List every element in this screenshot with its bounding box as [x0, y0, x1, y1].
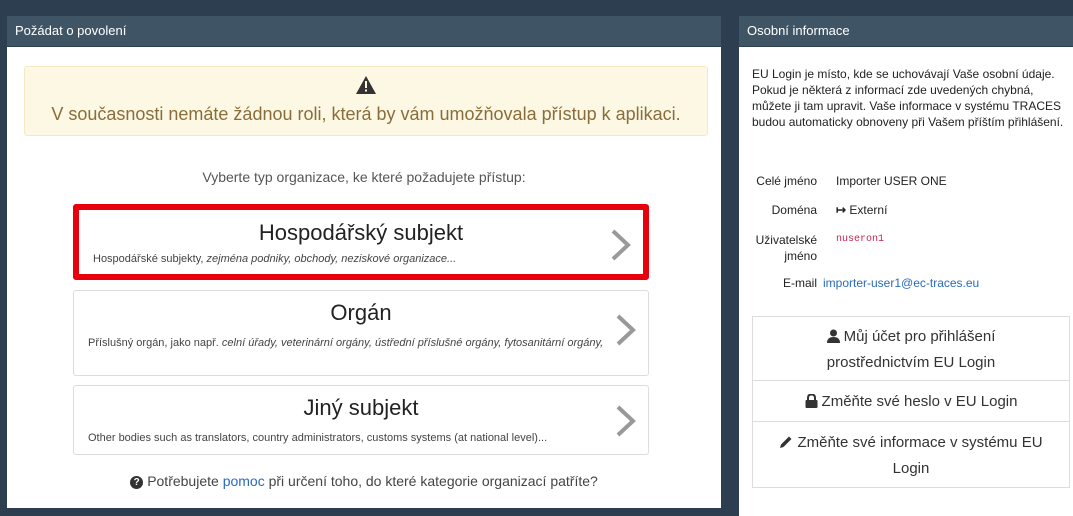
domain-value: ↦ Externí — [836, 203, 888, 217]
card-title: Jiný subjekt — [303, 395, 419, 420]
card-title: Orgán — [330, 300, 392, 325]
change-info-button[interactable]: Změňte své informace v systému EU Login — [752, 421, 1070, 488]
personal-info-panel: Osobní informace EU Login je místo, kde … — [739, 16, 1073, 516]
username-value: nuseron1 — [836, 234, 885, 245]
warning-text: V současnosti nemáte žádnou roli, která … — [51, 104, 681, 124]
request-permission-panel: Požádat o povolení V současnosti nemáte … — [7, 16, 721, 508]
username-label: Uživatelské jméno — [755, 233, 817, 263]
org-type-economic-operator[interactable]: Hospodářský subjekt Hospodářské subjekty… — [73, 204, 649, 280]
change-password-button[interactable]: Změňte své heslo v EU Login — [752, 380, 1070, 422]
chevron-right-icon — [614, 404, 638, 438]
card-description: Hospodářské subjekty, zejména podniky, o… — [93, 253, 457, 265]
full-name-value: Importer USER ONE — [836, 174, 947, 188]
user-icon — [826, 327, 840, 351]
warning-icon — [356, 76, 376, 94]
help-text: ? Potřebujete pomoc při určení toho, do k… — [7, 473, 721, 489]
chevron-right-icon — [614, 313, 638, 347]
my-eu-login-account-button[interactable]: Můj účet pro přihlášení prostřednictvím E… — [752, 316, 1070, 381]
choose-org-prompt: Vyberte typ organizace, ke které požaduj… — [202, 169, 526, 185]
email-label: E-mail — [782, 276, 817, 290]
help-link[interactable]: pomoc — [223, 473, 265, 489]
sign-out-icon: ↦ — [836, 203, 847, 217]
lock-icon — [805, 392, 818, 416]
full-name-label: Celé jméno — [756, 174, 817, 188]
card-description: Příslušný orgán, jako např. celní úřady,… — [88, 337, 604, 349]
chevron-right-icon — [609, 228, 633, 262]
org-type-authority[interactable]: Orgán Příslušný orgán, jako např. celní … — [73, 290, 649, 376]
email-value[interactable]: importer-user1@ec-traces.eu — [823, 276, 979, 290]
panel-title: Požádat o povolení — [7, 16, 721, 47]
question-circle-icon: ? — [130, 476, 144, 489]
eu-login-info-text: EU Login je místo, kde se uchovávají Vaš… — [752, 67, 1064, 129]
pencil-icon — [779, 433, 793, 457]
org-type-other-body[interactable]: Jiný subjekt Other bodies such as transl… — [73, 385, 649, 455]
card-title: Hospodářský subjekt — [258, 220, 464, 245]
domain-label: Doména — [771, 203, 817, 217]
card-description: Other bodies such as translators, countr… — [88, 432, 548, 444]
warning-alert: V současnosti nemáte žádnou roli, která … — [24, 66, 708, 136]
panel-title: Osobní informace — [739, 16, 1073, 47]
